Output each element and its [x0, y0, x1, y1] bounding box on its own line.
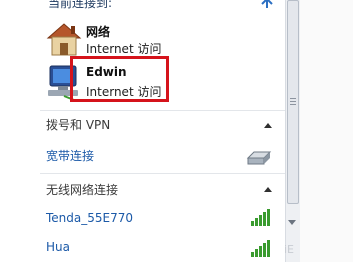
scroll-down-icon[interactable]	[287, 216, 297, 228]
connection-name: 网络	[86, 25, 111, 39]
collapse-icon[interactable]	[263, 121, 273, 129]
scrollbar-grip	[290, 101, 296, 102]
watermark: iE	[284, 243, 295, 256]
section-dialup-vpn[interactable]: 拨号和 VPN	[46, 116, 110, 133]
section-divider	[40, 173, 285, 174]
connection-item-network[interactable]: 网络 Internet 访问	[0, 20, 285, 60]
dialup-item-broadband[interactable]: 宽带连接	[46, 147, 94, 164]
wifi-signal-icon	[251, 240, 270, 257]
refresh-icon[interactable]	[258, 0, 276, 10]
collapse-icon[interactable]	[263, 185, 273, 193]
section-wireless[interactable]: 无线网络连接	[46, 181, 118, 198]
wireless-item-tenda[interactable]: Tenda_55E770	[46, 211, 133, 225]
wifi-signal-icon	[251, 209, 270, 226]
highlight-annotation	[70, 56, 169, 102]
scrollbar-grip	[290, 104, 296, 105]
wireless-item-hua[interactable]: Hua	[46, 240, 70, 254]
connected-to-heading: 当前连接到:	[48, 0, 113, 10]
scrollbar-thumb[interactable]	[287, 0, 299, 204]
scrollbar-grip	[290, 98, 296, 99]
network-flyout: 当前连接到: 网络 Internet 访问 Edwin Internet 访问 …	[0, 0, 353, 262]
connection-status: Internet 访问	[86, 42, 162, 56]
section-divider	[40, 110, 285, 111]
home-network-icon	[46, 23, 82, 56]
background-area	[300, 0, 353, 262]
modem-icon	[246, 151, 272, 165]
